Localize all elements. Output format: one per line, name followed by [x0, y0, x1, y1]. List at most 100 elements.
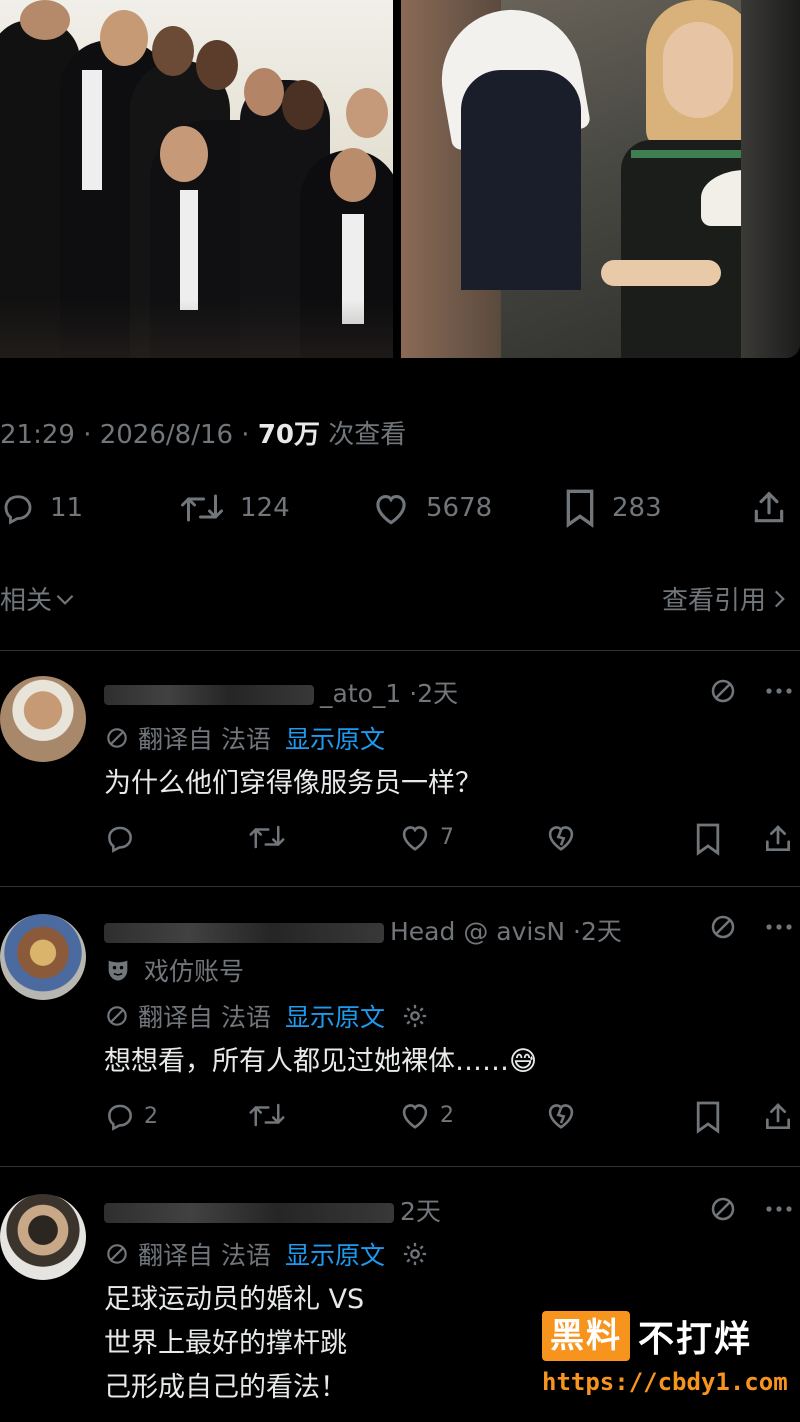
- translate-label: 翻译自 法语: [138, 725, 271, 754]
- watermark: 黑料 不打烊 https://cbdy1.com: [542, 1310, 788, 1396]
- more-icon[interactable]: [764, 922, 794, 932]
- share-icon: [754, 491, 784, 523]
- repost-button[interactable]: [248, 822, 294, 852]
- more-icon[interactable]: [764, 686, 794, 696]
- reply-text-line: 为什么他们穿得像服务员一样？: [104, 768, 482, 799]
- reply-header[interactable]: 2天: [104, 1192, 441, 1228]
- view-quotes-link[interactable]: 查看引用: [662, 580, 792, 617]
- share-button[interactable]: [750, 486, 788, 530]
- circle-slash-icon: [107, 1006, 127, 1026]
- bookmark-button[interactable]: [694, 1100, 722, 1134]
- reply-button[interactable]: [104, 822, 144, 854]
- like-button[interactable]: 7: [398, 822, 454, 852]
- like-count: 2: [440, 1102, 454, 1128]
- reply-stat[interactable]: 11: [0, 486, 83, 530]
- more-icon[interactable]: [764, 1204, 794, 1214]
- bookmark-stat[interactable]: 283: [562, 486, 662, 530]
- bookmark-count: 283: [612, 493, 662, 523]
- like-count: 7: [440, 824, 454, 850]
- circle-slash-icon: [107, 728, 127, 748]
- avatar[interactable]: [0, 1194, 86, 1280]
- broken-heart-icon: [548, 826, 574, 851]
- reply-text: 想想看，所有人都见过她裸体……😅: [104, 1040, 537, 1084]
- related-row: 相关 查看引用: [0, 576, 800, 620]
- like-button[interactable]: 2: [398, 1100, 454, 1130]
- reply-actions: 2 2: [104, 1100, 800, 1140]
- blurred-name: [104, 1203, 394, 1223]
- repost-count: 124: [240, 493, 290, 523]
- view-quotes-label: 查看引用: [661, 586, 766, 616]
- reply-time: 2天: [580, 917, 622, 946]
- show-original-link[interactable]: 显示原文: [285, 720, 385, 756]
- reply-icon: [4, 495, 32, 525]
- reply-text-line: 足球运动员的婚礼 VS: [104, 1284, 365, 1315]
- reply-icon: [108, 826, 132, 853]
- bookmark-icon: [566, 489, 594, 528]
- repost-stat[interactable]: 124: [178, 486, 290, 530]
- tweet-media[interactable]: [0, 0, 800, 358]
- avatar[interactable]: [0, 676, 86, 762]
- repost-icon: [249, 825, 285, 849]
- gear-icon[interactable]: [401, 1240, 429, 1268]
- share-icon: [766, 1103, 790, 1129]
- bookmark-button[interactable]: [694, 822, 722, 856]
- dislike-button[interactable]: [544, 822, 578, 852]
- parody-label-row: 戏仿账号: [104, 952, 244, 988]
- bookmark-icon: [696, 823, 720, 856]
- broken-heart-icon: [548, 1104, 574, 1129]
- avatar[interactable]: [0, 914, 86, 1000]
- share-button[interactable]: [762, 822, 794, 856]
- gear-icon[interactable]: [401, 1002, 429, 1030]
- reply-item-1[interactable]: _ato_1 ·2天 翻译自 法语 显示原文 为什么他们穿得像服务员一样？ 7: [0, 650, 800, 886]
- tweet-view-suffix: 次查看: [320, 420, 407, 450]
- translate-label: 翻译自 法语: [138, 1241, 271, 1270]
- circle-slash-icon[interactable]: [708, 912, 738, 942]
- reply-time: 2天: [400, 1197, 441, 1226]
- reply-top-icons: [708, 1194, 794, 1224]
- like-count: 5678: [426, 493, 493, 523]
- blurred-name: [104, 923, 384, 943]
- repost-button[interactable]: [248, 1100, 294, 1130]
- reply-handle: Head @ avisN ·: [390, 917, 581, 946]
- circle-slash-icon[interactable]: [708, 1194, 738, 1224]
- heart-icon: [376, 494, 406, 525]
- reply-text: 为什么他们穿得像服务员一样？: [104, 762, 482, 806]
- show-original-link[interactable]: 显示原文: [285, 1236, 385, 1272]
- reply-text: 足球运动员的婚礼 VS 世界上最好的撑杆跳 己形成自己的看法！: [104, 1278, 364, 1410]
- translate-line: 翻译自 法语 显示原文: [104, 720, 385, 756]
- watermark-tail-text: 不打烊: [638, 1319, 753, 1360]
- reply-header[interactable]: _ato_1 ·2天: [104, 674, 458, 710]
- related-dropdown[interactable]: 相关: [0, 580, 78, 617]
- watermark-box-text: 黑料: [542, 1311, 630, 1361]
- like-stat[interactable]: 5678: [370, 486, 492, 530]
- circle-slash-icon: [107, 1244, 127, 1264]
- reply-button[interactable]: 2: [104, 1100, 158, 1132]
- reply-item-2[interactable]: Head @ avisN ·2天 戏仿账号 翻译自 法语 显示原文 想想看，所有…: [0, 886, 800, 1166]
- chevron-down-icon: [56, 594, 74, 605]
- related-label: 相关: [0, 586, 53, 616]
- heart-icon: [402, 826, 428, 851]
- theater-mask-icon: [108, 960, 128, 981]
- reply-count: 11: [50, 493, 84, 523]
- share-button[interactable]: [762, 1100, 794, 1134]
- repost-icon: [249, 1103, 285, 1127]
- media-photo-groomsmen[interactable]: [0, 0, 393, 358]
- blurred-name: [104, 685, 314, 705]
- watermark-url: https://cbdy1.com: [542, 1368, 788, 1396]
- parody-label: 戏仿账号: [144, 957, 245, 986]
- translate-line: 翻译自 法语 显示原文: [104, 1236, 429, 1272]
- chevron-right-icon: [774, 590, 785, 607]
- dislike-button[interactable]: [544, 1100, 578, 1130]
- show-original-link[interactable]: 显示原文: [285, 998, 385, 1034]
- reply-text-line: 己形成自己的看法！: [104, 1372, 347, 1403]
- reply-header[interactable]: Head @ avisN ·2天: [104, 912, 622, 948]
- heart-icon: [402, 1104, 428, 1129]
- tweet-view-count[interactable]: 70万: [258, 420, 320, 450]
- reply-handle: _ato_1 ·: [320, 679, 418, 708]
- media-photo-guest[interactable]: [401, 0, 800, 358]
- circle-slash-icon[interactable]: [708, 676, 738, 706]
- reply-icon: [108, 1104, 132, 1131]
- translate-label: 翻译自 法语: [138, 1003, 271, 1032]
- reply-top-icons: [708, 912, 794, 942]
- tweet-timestamp: 21:29 · 2026/8/16 ·: [0, 420, 258, 450]
